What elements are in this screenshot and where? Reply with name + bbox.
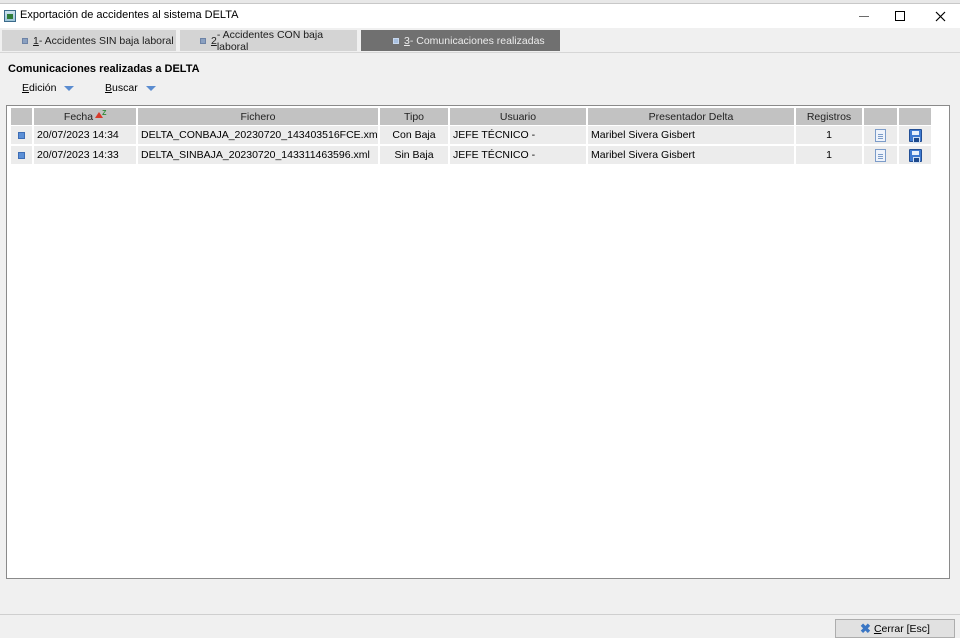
cell-fichero: DELTA_SINBAJA_20230720_143311463596.xml — [138, 146, 378, 166]
menu-hotkey: B — [105, 82, 113, 94]
dropdown-arrow-icon — [145, 85, 156, 91]
maximize-icon — [895, 11, 905, 21]
cell-fecha: 20/07/2023 14:33 — [34, 146, 136, 166]
header-tipo[interactable]: Tipo — [380, 108, 448, 126]
close-hotkey: C — [873, 622, 882, 635]
document-icon — [875, 148, 886, 162]
dropdown-arrow-icon — [64, 85, 75, 91]
close-icon — [935, 11, 945, 21]
cell-usuario: JEFE TÉCNICO - — [450, 126, 586, 146]
tab-accidentes-sin-baja[interactable]: 1 - Accidentes SIN baja laboral — [2, 30, 176, 51]
tab-bar: 1 - Accidentes SIN baja laboral 2 - Acci… — [0, 28, 960, 53]
cell-usuario: JEFE TÉCNICO - — [450, 146, 586, 166]
communications-table: Fecha Z Fichero Tipo Usuario Presentador … — [9, 108, 933, 166]
minimize-icon — [859, 15, 869, 17]
section-title: Comunicaciones realizadas a DELTA — [8, 63, 200, 75]
header-registros[interactable]: Registros — [796, 108, 862, 126]
tab-label: - Accidentes SIN baja laboral — [38, 34, 174, 47]
view-file-button[interactable] — [864, 126, 897, 146]
floppy-disk-icon — [908, 148, 922, 163]
tab-comunicaciones-realizadas[interactable]: 3 - Comunicaciones realizadas — [361, 30, 560, 51]
cell-fecha: 20/07/2023 14:34 — [34, 126, 136, 146]
cell-fichero: DELTA_CONBAJA_20230720_143403516FCE.xml — [138, 126, 378, 146]
panel-divider — [0, 52, 960, 53]
maximize-button[interactable] — [882, 4, 918, 28]
header-selector — [11, 108, 32, 126]
tab-accidentes-con-baja[interactable]: 2 - Accidentes CON baja laboral — [180, 28, 357, 53]
sort-az-icon: Z — [95, 110, 106, 121]
title-bar: Exportación de accidentes al sistema DEL… — [0, 4, 960, 28]
app-icon — [4, 10, 16, 22]
close-button[interactable]: ✖ Cerrar [Esc] — [835, 619, 955, 638]
tab-square-icon — [22, 37, 28, 44]
save-file-button[interactable] — [899, 146, 931, 166]
cell-registros: 1 — [796, 126, 862, 146]
view-file-button[interactable] — [864, 146, 897, 166]
tab-label: - Comunicaciones realizadas — [409, 34, 545, 47]
header-fecha[interactable]: Fecha Z — [34, 108, 136, 126]
window-title: Exportación de accidentes al sistema DEL… — [20, 9, 239, 21]
tab-square-icon — [393, 37, 399, 44]
table-row[interactable]: 20/07/2023 14:34 DELTA_CONBAJA_20230720_… — [11, 126, 931, 146]
document-icon — [875, 128, 886, 142]
menu-hotkey: E — [22, 82, 30, 94]
save-file-button[interactable] — [899, 126, 931, 146]
minimize-button[interactable] — [846, 4, 882, 28]
close-window-button[interactable] — [922, 4, 958, 28]
header-save — [899, 108, 931, 126]
cell-presentador: Maribel Sivera Gisbert — [588, 126, 794, 146]
communications-grid: Fecha Z Fichero Tipo Usuario Presentador … — [6, 105, 950, 579]
header-view — [864, 108, 897, 126]
tab-label: - Accidentes CON baja laboral — [216, 28, 324, 53]
menu-label: uscar — [112, 82, 138, 94]
cell-tipo: Con Baja — [380, 126, 448, 146]
cell-tipo: Sin Baja — [380, 146, 448, 166]
cell-registros: 1 — [796, 146, 862, 166]
header-usuario[interactable]: Usuario — [450, 108, 586, 126]
row-selector[interactable] — [11, 126, 32, 146]
menu-edicion[interactable]: Edición — [22, 82, 75, 94]
floppy-disk-icon — [908, 128, 922, 143]
close-label: errar — [881, 622, 904, 635]
footer-divider — [0, 614, 960, 615]
row-indicator-icon — [18, 151, 25, 159]
menu-buscar[interactable]: Buscar — [105, 82, 156, 94]
cell-presentador: Maribel Sivera Gisbert — [588, 146, 794, 166]
tab-square-icon — [200, 37, 206, 44]
close-shortcut: [Esc] — [903, 622, 930, 635]
row-indicator-icon — [18, 131, 25, 139]
row-selector[interactable] — [11, 146, 32, 166]
menu-label: dición — [29, 82, 57, 94]
header-fichero[interactable]: Fichero — [138, 108, 378, 126]
table-header-row: Fecha Z Fichero Tipo Usuario Presentador … — [11, 108, 931, 126]
table-row[interactable]: 20/07/2023 14:33 DELTA_SINBAJA_20230720_… — [11, 146, 931, 166]
header-presentador[interactable]: Presentador Delta — [588, 108, 794, 126]
close-x-icon: ✖ — [860, 621, 871, 636]
